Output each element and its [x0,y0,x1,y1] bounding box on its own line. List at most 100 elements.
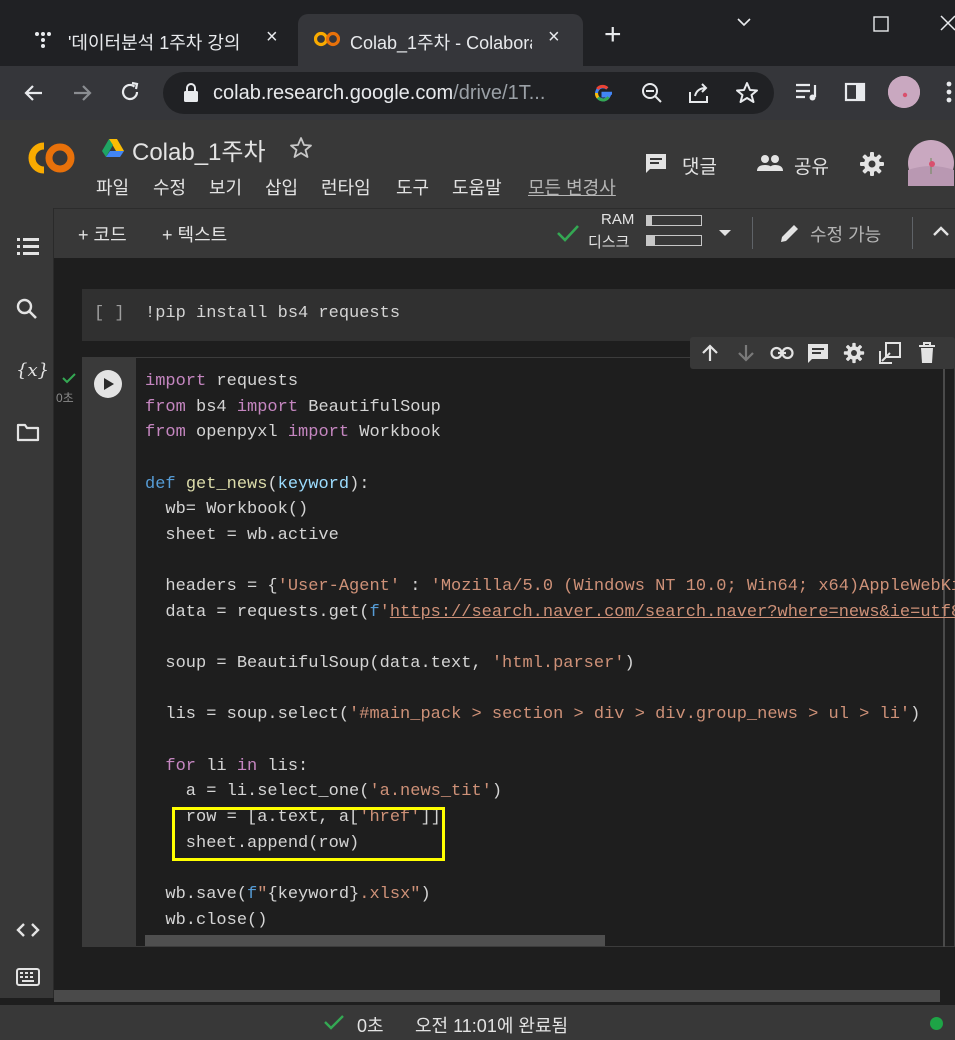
menu-runtime[interactable]: 런타임 [321,174,371,200]
all-changes-saved-link[interactable]: 모든 변경사 [528,174,622,200]
tab-title: Colab_1주차 - Colabora [350,33,532,53]
menu-edit[interactable]: 수정 [153,174,186,200]
left-sidebar: {x} [0,208,54,998]
disk-label: 디스크 [588,234,630,251]
tab-search-icon[interactable] [736,16,752,28]
code-line[interactable]: wb.save(f"{keyword}.xlsx") [145,885,430,909]
media-queue-icon[interactable] [794,81,820,103]
share-page-icon[interactable] [687,82,711,104]
code-line[interactable]: for li in lis: [145,757,308,781]
add-text-button[interactable]: + 텍스트 [162,221,227,247]
move-cell-down-icon[interactable] [736,343,756,363]
code-line[interactable]: from openpyxl import Workbook [145,423,441,447]
menu-insert[interactable]: 삽입 [265,174,298,200]
delete-cell-icon[interactable] [918,342,936,364]
disk-usage-bar[interactable] [646,235,702,246]
code-line[interactable]: headers = {'User-Agent' : 'Mozilla/5.0 (… [145,577,955,601]
url-path: /drive/1T... [453,82,546,104]
collapse-header-icon[interactable] [932,225,950,237]
notebook-horizontal-scrollbar[interactable] [54,990,940,1002]
folder-icon[interactable] [16,422,40,442]
cell-toolbar [690,337,955,369]
cell-run-bracket[interactable]: [ ] [94,304,125,323]
code-line[interactable]: soup = BeautifulSoup(data.text, 'html.pa… [145,654,634,678]
code-line[interactable]: data = requests.get(f'https://search.nav… [145,603,955,627]
google-icon[interactable] [591,81,615,105]
tab-close-icon[interactable]: × [266,26,278,49]
edit-mode-button[interactable]: 수정 가능 [810,221,881,247]
code-line[interactable]: def get_news(keyword): [145,475,369,499]
variables-icon[interactable]: {x} [16,360,49,381]
status-bar: 0초 오전 11:01에 완료됨 [0,1005,955,1040]
tab-favicon-icon [34,30,52,48]
menu-view[interactable]: 보기 [209,174,242,200]
code-line[interactable]: wb.close() [145,911,267,935]
new-tab-button[interactable]: + [604,20,622,50]
cell-code[interactable]: !pip install bs4 requests [145,304,400,323]
comment-cell-icon[interactable] [807,343,829,365]
toolbar-divider [752,217,753,249]
menu-file[interactable]: 파일 [96,174,129,200]
star-notebook-icon[interactable] [289,136,313,160]
code-line[interactable]: lis = soup.select('#main_pack > section … [145,705,920,729]
address-bar[interactable]: colab.research.google.com/drive/1T... [163,72,774,114]
close-window-icon[interactable] [940,14,955,32]
browser-tab-strip: '데이터분석 1주차 강의 × Colab_1주차 - Colabora × + [0,0,955,66]
ram-usage-bar[interactable] [646,215,702,226]
notebook-title[interactable]: Colab_1주차 [132,132,266,167]
tab-close-icon[interactable]: × [548,26,560,49]
people-icon[interactable] [756,153,784,175]
add-code-button[interactable]: + 코드 [78,221,127,247]
maximize-icon[interactable] [873,16,889,32]
table-of-contents-icon[interactable] [16,236,40,256]
code-line[interactable]: wb= Workbook() [145,500,308,524]
code-cell-1[interactable]: [ ] !pip install bs4 requests [82,289,955,341]
highlight-box [172,807,445,861]
side-panel-icon[interactable] [844,81,866,103]
link-icon[interactable] [770,345,794,361]
url-host: colab.research.google.com [213,82,454,104]
cell-right-border [943,357,945,947]
command-palette-icon[interactable] [16,968,40,986]
reload-icon[interactable] [118,80,142,104]
pencil-icon[interactable] [778,221,802,245]
executed-check-icon [62,372,76,384]
colab-action-bar: + 코드 + 텍스트 RAM 디스크 수정 가능 [0,208,955,258]
settings-gear-icon[interactable] [859,151,885,177]
connected-check-icon [556,223,580,243]
comment-icon[interactable] [644,152,668,176]
resources-dropdown-icon[interactable] [718,228,732,238]
browser-tab-colab[interactable]: Colab_1주차 - Colabora × [298,14,583,66]
code-line[interactable]: a = li.select_one('a.news_tit') [145,782,502,806]
code-line[interactable]: import requests [145,372,298,396]
google-drive-icon[interactable] [102,138,124,158]
search-icon[interactable] [16,298,38,320]
mirror-cell-icon[interactable] [879,342,901,364]
ram-label: RAM [601,211,635,228]
move-cell-up-icon[interactable] [700,343,720,363]
code-line[interactable]: sheet = wb.active [145,526,338,550]
run-cell-button[interactable] [94,370,122,398]
menu-tools[interactable]: 도구 [396,174,429,200]
share-button[interactable]: 공유 [794,152,829,179]
zoom-icon[interactable] [641,82,663,104]
cell-gutter [82,357,136,947]
ram-usage-fill [647,216,653,225]
profile-avatar[interactable] [888,76,920,108]
account-avatar[interactable] [908,140,954,186]
cell-settings-icon[interactable] [843,342,865,364]
comment-button[interactable]: 댓글 [682,152,717,179]
lock-icon[interactable] [183,83,199,103]
execution-time: 0초 [56,391,74,405]
code-snippets-icon[interactable] [16,922,40,938]
menu-help[interactable]: 도움말 [452,174,502,200]
bookmark-star-icon[interactable] [735,81,759,105]
back-arrow-icon[interactable] [22,81,46,105]
cell-horizontal-scrollbar[interactable] [145,935,605,946]
forward-arrow-icon[interactable] [70,81,94,105]
colab-favicon-icon [314,30,340,48]
browser-tab-lecture[interactable]: '데이터분석 1주차 강의 × [8,14,294,66]
code-line[interactable]: from bs4 import BeautifulSoup [145,398,441,422]
browser-menu-icon[interactable] [946,80,952,104]
colab-logo[interactable] [20,138,76,178]
